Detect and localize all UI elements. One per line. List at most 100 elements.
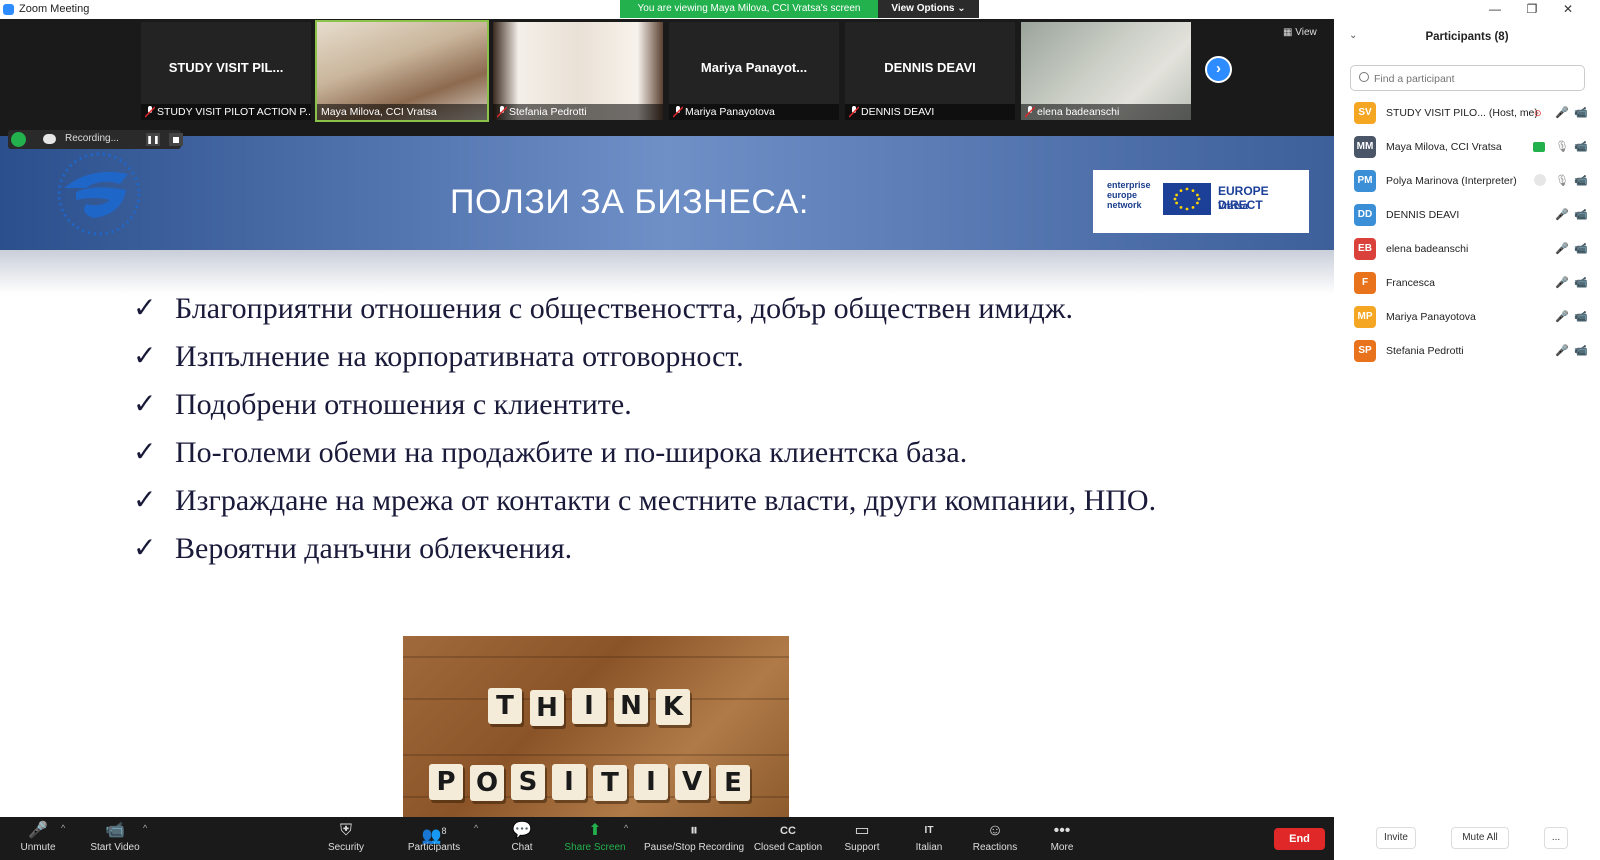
bullet-text: Подобрени отношения с клиентите.	[175, 388, 632, 421]
muted-mic-icon[interactable]: 🎤	[1555, 106, 1569, 120]
muted-mic-icon: 🎤	[28, 822, 48, 839]
view-layout-button[interactable]: ▦ View	[1283, 27, 1317, 38]
close-icon[interactable]: ✕	[1553, 1, 1583, 18]
next-page-arrow-icon[interactable]: ›	[1205, 56, 1232, 83]
participant-status-icons: 🎤 📹	[1522, 207, 1594, 225]
muted-mic-icon	[145, 106, 155, 118]
closed-caption-button[interactable]: CC Closed Caption	[748, 821, 828, 859]
slide-bullet-list: ✓ Благоприятни отношения с обществеността…	[133, 291, 1187, 579]
more-button[interactable]: ••• More	[1022, 821, 1102, 859]
slide-bullet: ✓ Благоприятни отношения с обществеността…	[133, 291, 1187, 327]
participant-name: STUDY VISIT PILO... (Host, me)	[1386, 107, 1538, 119]
video-icon[interactable]: 📹	[1574, 276, 1588, 290]
tile-name: Mariya Panayot...	[700, 60, 808, 75]
participants-button[interactable]: 👥8 Participants	[394, 821, 474, 859]
video-tile[interactable]: STUDY VISIT PIL... STUDY VISIT PILOT ACT…	[141, 22, 311, 120]
muted-mic-icon	[673, 106, 683, 118]
muted-mic-icon[interactable]: 🎤	[1555, 344, 1569, 358]
checkmark-icon: ✓	[133, 389, 157, 420]
muted-mic-icon[interactable]: 🎤	[1555, 276, 1569, 290]
viewing-screen-banner: You are viewing Maya Milova, CCI Vratsa'…	[620, 0, 878, 18]
chat-button[interactable]: 💬 Chat	[482, 821, 562, 859]
participant-name: Stefania Pedrotti	[1386, 345, 1464, 357]
share-options-caret-icon[interactable]: ^	[624, 823, 628, 833]
europe-direct-city: Vratsa	[1218, 201, 1249, 212]
participant-name: DENNIS DEAVI	[1386, 209, 1460, 221]
video-tile[interactable]: Maya Milova, CCI Vratsa	[315, 20, 489, 122]
toolbar-label: Closed Caption	[753, 842, 823, 853]
more-options-button[interactable]: ...	[1544, 827, 1568, 849]
toolbar-label: Share Screen	[564, 842, 626, 853]
video-tile[interactable]: Mariya Panayot... Mariya Panayotova	[669, 22, 839, 120]
participant-row[interactable]: SP Stefania Pedrotti 🎤 📹	[1334, 335, 1600, 369]
screen-sharing-icon	[1533, 142, 1545, 152]
minimize-icon[interactable]: —	[1480, 1, 1510, 18]
participant-row[interactable]: MM Maya Milova, CCI Vratsa 🎙 📹	[1334, 131, 1600, 165]
participant-row[interactable]: EB elena badeanschi 🎤 📹	[1334, 233, 1600, 267]
checkmark-icon: ✓	[133, 293, 157, 324]
pause-stop-recording-button[interactable]: ⏸ Pause/Stop Recording	[644, 821, 744, 859]
participant-row[interactable]: PM Polya Marinova (Interpreter) 🎙 📹	[1334, 165, 1600, 199]
video-icon[interactable]: 📹	[1574, 242, 1588, 256]
bullet-text: Изпълнение на корпоративната отговорност…	[175, 340, 744, 373]
participant-row[interactable]: MP Mariya Panayotova 🎤 📹	[1334, 301, 1600, 335]
mic-icon[interactable]: 🎙	[1555, 140, 1569, 154]
participant-search-box[interactable]	[1350, 65, 1585, 91]
video-tile[interactable]: elena badeanschi	[1021, 22, 1191, 120]
letter-tile: K	[656, 689, 690, 725]
restore-icon[interactable]: ❐	[1517, 1, 1547, 18]
video-tile[interactable]: DENNIS DEAVI DENNIS DEAVI	[845, 22, 1015, 120]
participant-row[interactable]: SV STUDY VISIT PILO... (Host, me) ⊙ 🎤 📹	[1334, 97, 1600, 131]
video-off-icon[interactable]: 📹	[1574, 310, 1588, 324]
shared-screen-slide: ПОЛЗИ ЗА БИЗНЕСА: enterprise europe netw…	[0, 136, 1334, 817]
wood-grain	[403, 656, 789, 658]
participants-options-caret-icon[interactable]: ^	[474, 823, 478, 833]
cloud-recording-icon	[43, 134, 56, 144]
participant-row[interactable]: DD DENNIS DEAVI 🎤 📹	[1334, 199, 1600, 233]
bullet-text: По-големи обеми на продажбите и по-широк…	[175, 436, 968, 469]
video-tile[interactable]: Stefania Pedrotti	[493, 22, 663, 120]
unmute-button[interactable]: 🎤 Unmute	[0, 821, 78, 859]
muted-mic-icon	[849, 106, 859, 118]
letter-tile: H	[530, 690, 564, 726]
view-options-button[interactable]: View Options ⌄	[878, 0, 979, 18]
participant-status-icons: 🎤 📹	[1522, 275, 1594, 293]
muted-mic-icon[interactable]: 🎤	[1555, 242, 1569, 256]
video-icon[interactable]: 📹	[1574, 140, 1588, 154]
slide-bullet: ✓ Подобрени отношения с клиентите.	[133, 387, 1187, 423]
participant-row[interactable]: F Francesca 🎤 📹	[1334, 267, 1600, 301]
een-line: network	[1107, 200, 1142, 210]
participant-avatar: MP	[1354, 306, 1376, 328]
pause-recording-icon[interactable]: ❚❚	[146, 133, 160, 146]
participant-status-icons: 🎤 📹	[1522, 241, 1594, 259]
stop-recording-icon[interactable]	[169, 133, 183, 146]
video-options-caret-icon[interactable]: ^	[143, 823, 147, 833]
video-off-icon[interactable]: 📹	[1574, 208, 1588, 222]
share-screen-button[interactable]: ⬆ Share Screen	[555, 821, 635, 859]
letter-tile: S	[511, 764, 545, 800]
end-meeting-button[interactable]: End	[1274, 828, 1325, 850]
invite-button[interactable]: Invite	[1376, 827, 1416, 849]
mic-icon[interactable]: 🎙	[1555, 174, 1569, 188]
bullet-text: Изграждане на мрежа от контакти с местни…	[175, 484, 1157, 517]
security-button[interactable]: ⛨ Security	[306, 821, 386, 859]
video-off-icon[interactable]: 📹	[1574, 174, 1588, 188]
recording-indicator: Recording... ❚❚	[8, 130, 183, 149]
mute-all-button[interactable]: Mute All	[1451, 827, 1509, 849]
letter-tile: I	[572, 688, 606, 724]
audio-options-caret-icon[interactable]: ^	[61, 823, 65, 833]
participant-search-input[interactable]	[1374, 70, 1574, 87]
video-icon[interactable]: 📹	[1574, 344, 1588, 358]
participants-panel: ⌄ Participants (8) SV STUDY VISIT PILO...…	[1334, 19, 1600, 860]
toolbar-label: Chat	[511, 842, 533, 853]
shield-icon: ⛨	[339, 822, 352, 839]
tile-label: DENNIS DEAVI	[845, 104, 1015, 120]
muted-mic-icon[interactable]: 🎤	[1555, 310, 1569, 324]
zoom-logo-icon	[3, 4, 14, 15]
muted-mic-icon[interactable]: 🎤	[1555, 208, 1569, 222]
chamber-logo-icon	[57, 152, 141, 236]
recording-label: Recording...	[65, 133, 119, 144]
bullet-text: Вероятни данъчни облекчения.	[175, 532, 573, 565]
video-off-icon[interactable]: 📹	[1574, 106, 1588, 120]
bullet-text: Благоприятни отношения с обществеността,…	[175, 292, 1073, 325]
